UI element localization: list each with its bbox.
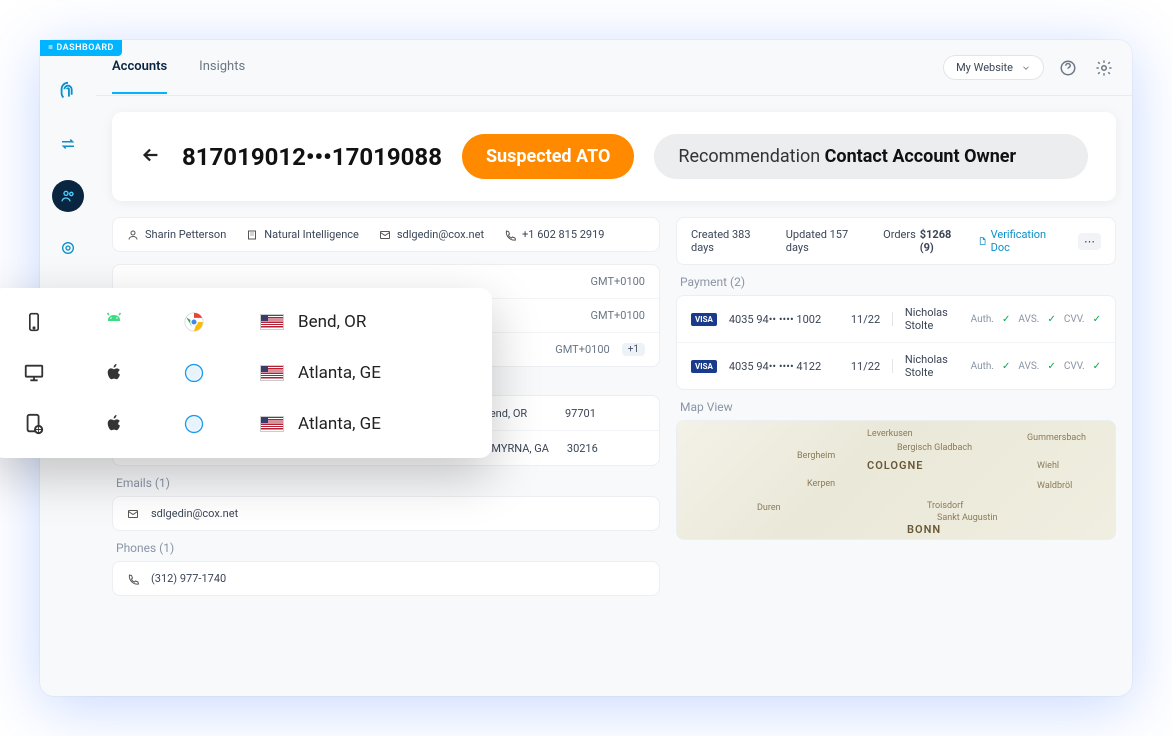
phone-icon [127,573,139,585]
tab-insights[interactable]: Insights [199,41,245,94]
map-view[interactable]: COLOGNE BONN Leverkusen Bergisch Gladbac… [676,420,1116,540]
chevron-down-icon [1021,63,1031,73]
account-hero: 817019012•••17019088 Suspected ATO Recom… [112,112,1116,201]
dashboard-tag: = DASHBOARD [40,40,122,56]
device-row[interactable]: Atlanta, GE [0,348,492,398]
map-title: Map View [676,390,1116,420]
card-number: 4035 94•• •••• 4122 [729,360,839,373]
visa-icon: VISA [691,313,717,326]
topbar: Accounts Insights My Website [96,40,1132,96]
suspected-ato-badge: Suspected ATO [462,134,634,179]
card-exp: 11/22 [851,313,880,326]
tz-value: GMT+0100 [555,343,609,356]
safari-icon [180,413,208,435]
tz-value: GMT+0100 [591,275,645,288]
owner-phone: +1 602 815 2919 [522,228,604,241]
card-name: Nicholas Stolte [905,306,959,332]
site-selector[interactable]: My Website [943,55,1044,80]
addr-zip: 30216 [567,442,598,455]
phone-icon [20,310,48,334]
us-flag-icon [260,314,284,330]
android-icon [100,310,128,334]
plus-badge[interactable]: +1 [622,343,645,356]
phone-icon [504,229,516,241]
phones-title: Phones (1) [112,531,660,561]
gear-icon[interactable] [1092,56,1116,80]
device-row[interactable]: Atlanta, GE [0,398,492,450]
user-icon [127,229,139,241]
orders-label: Orders [883,228,916,254]
sidebar-swap-icon[interactable] [52,128,84,160]
payments-card: VISA 4035 94•• •••• 1002 11/22 Nicholas … [676,295,1116,390]
site-selector-label: My Website [956,61,1013,74]
device-float-panel: Bend, OR Atlanta, GE Atlanta, GE [0,288,492,458]
location-text: Atlanta, GE [298,414,381,434]
apple-icon [100,413,128,435]
desktop-icon [20,362,48,384]
sidebar-fingerprint-icon[interactable] [52,76,84,108]
help-icon[interactable] [1056,56,1080,80]
email-item: sdlgedin@cox.net [151,507,238,520]
back-button[interactable] [140,144,162,170]
created-meta: Created 383 days [691,228,768,254]
us-flag-icon [260,365,284,381]
owner-email: sdlgedin@cox.net [397,228,484,241]
owner-strip: Sharin Petterson Natural Intelligence sd… [112,217,660,252]
owner-name: Sharin Petterson [145,228,226,241]
mail-icon [379,229,391,241]
building-icon [246,229,258,241]
chrome-icon [180,311,208,333]
safari-icon [180,362,208,384]
card-number: 4035 94•• •••• 1002 [729,313,839,326]
device-row[interactable]: Bend, OR [0,296,492,348]
sidebar [40,58,96,264]
updated-meta: Updated 157 days [786,228,865,254]
apple-icon [100,362,128,384]
phone-item: (312) 977-1740 [151,572,226,585]
sidebar-users-icon[interactable] [52,180,84,212]
orders-value: $1268 (9) [920,228,960,254]
addr-city: Bend, OR [483,407,553,420]
payment-title: Payment (2) [676,265,1116,295]
meta-strip: Created 383 days Updated 157 days Orders… [676,217,1116,265]
addr-city: SMYRNA, GA [485,442,555,455]
tablet-globe-icon [20,412,48,436]
sidebar-target-icon[interactable] [52,232,84,264]
recommendation-badge: Recommendation Contact Account Owner [654,134,1088,179]
mail-icon [127,508,139,520]
more-button[interactable]: ⋯ [1078,233,1101,250]
emails-title: Emails (1) [112,466,660,496]
location-text: Atlanta, GE [298,363,381,383]
us-flag-icon [260,416,284,432]
account-id: 817019012•••17019088 [182,143,442,171]
addr-zip: 97701 [565,407,596,420]
card-exp: 11/22 [851,360,880,373]
location-text: Bend, OR [298,312,366,332]
owner-company: Natural Intelligence [264,228,359,241]
visa-icon: VISA [691,360,717,373]
card-name: Nicholas Stolte [905,353,959,379]
tz-value: GMT+0100 [591,309,645,322]
verification-doc[interactable]: Verification Doc [978,228,1060,254]
